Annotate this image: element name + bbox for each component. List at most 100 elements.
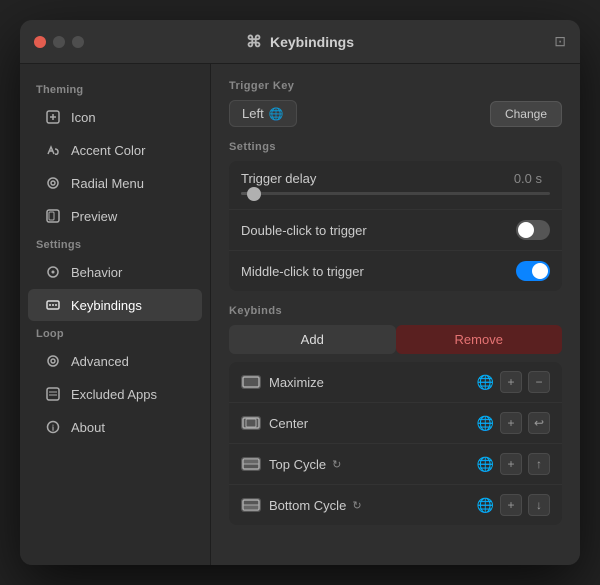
remove-tab[interactable]: Remove xyxy=(396,325,563,354)
sidebar-item-preview[interactable]: Preview xyxy=(28,200,202,232)
add-tab[interactable]: Add xyxy=(229,325,396,354)
keybinds-header: Add Remove xyxy=(229,325,562,354)
slider-thumb[interactable] xyxy=(247,187,261,201)
sidebar-item-advanced-label: Advanced xyxy=(71,354,129,369)
top-cycle-add-btn[interactable]: + xyxy=(500,453,522,475)
sidebar-item-keybindings-label: Keybindings xyxy=(71,298,142,313)
center-globe-icon: 🌐 xyxy=(477,415,494,432)
titlebar: ⌘ Keybindings ⊡ xyxy=(20,20,580,64)
keybindings-icon: ⌘ xyxy=(246,32,262,52)
settings-section-title: Settings xyxy=(229,141,562,153)
window-title: ⌘ Keybindings xyxy=(246,32,354,52)
keybind-row-top-cycle: Top Cycle ↻ 🌐 + ↑ xyxy=(229,444,562,485)
radial-menu-icon xyxy=(44,174,62,192)
top-cycle-up-btn[interactable]: ↑ xyxy=(528,453,550,475)
maximize-name: Maximize xyxy=(269,375,469,390)
trigger-delay-slider-container xyxy=(241,192,550,199)
sidebar-item-icon[interactable]: Icon xyxy=(28,101,202,133)
keybind-row-maximize: Maximize 🌐 + − xyxy=(229,362,562,403)
trigger-key-row: Left 🌐 Change xyxy=(229,100,562,127)
trigger-globe-icon: 🌐 xyxy=(269,107,284,121)
bottom-cycle-down-btn[interactable]: ↓ xyxy=(528,494,550,516)
trigger-key-label: Left xyxy=(242,106,264,121)
app-window: ⌘ Keybindings ⊡ Theming Icon Accent Colo… xyxy=(20,20,580,565)
middle-click-row: Middle-click to trigger xyxy=(229,251,562,291)
sidebar-item-accent-color-label: Accent Color xyxy=(71,143,145,158)
sidebar-item-accent-color[interactable]: Accent Color xyxy=(28,134,202,166)
bottom-cycle-keybind-icon xyxy=(241,498,261,512)
trigger-key-section-title: Trigger Key xyxy=(229,80,562,92)
trigger-delay-label: Trigger delay xyxy=(241,171,514,186)
sidebar-item-behavior-label: Behavior xyxy=(71,265,122,280)
advanced-icon xyxy=(44,352,62,370)
change-button[interactable]: Change xyxy=(490,101,562,127)
settings-section-label: Settings xyxy=(20,233,210,255)
settings-box: Trigger delay 0.0 s Double-click to trig… xyxy=(229,161,562,291)
accent-color-icon xyxy=(44,141,62,159)
maximize-button[interactable] xyxy=(72,36,84,48)
maximize-globe-icon: 🌐 xyxy=(477,374,494,391)
sidebar-item-excluded-apps[interactable]: Excluded Apps xyxy=(28,378,202,410)
excluded-apps-icon xyxy=(44,385,62,403)
keybind-row-bottom-cycle: Bottom Cycle ↻ 🌐 + ↓ xyxy=(229,485,562,525)
center-name: Center xyxy=(269,416,469,431)
middle-click-toggle[interactable] xyxy=(516,261,550,281)
top-cycle-globe-icon: 🌐 xyxy=(477,456,494,473)
maximize-add-btn[interactable]: + xyxy=(500,371,522,393)
sidebar-item-keybindings[interactable]: Keybindings xyxy=(28,289,202,321)
slider-track xyxy=(241,192,550,195)
middle-click-label: Middle-click to trigger xyxy=(241,264,516,279)
double-click-toggle-knob xyxy=(518,222,534,238)
sidebar-item-excluded-apps-label: Excluded Apps xyxy=(71,387,157,402)
traffic-lights xyxy=(34,36,84,48)
center-actions: 🌐 + ↩ xyxy=(477,412,550,434)
top-cycle-label: Top Cycle xyxy=(269,457,326,472)
minimize-button[interactable] xyxy=(53,36,65,48)
content-area: Trigger Key Left 🌐 Change Settings Trigg… xyxy=(210,64,580,565)
top-cycle-name: Top Cycle ↻ xyxy=(269,457,469,472)
icon-sidebar-icon xyxy=(44,108,62,126)
sidebar-item-radial-menu[interactable]: Radial Menu xyxy=(28,167,202,199)
svg-text:i: i xyxy=(52,424,55,433)
preview-icon xyxy=(44,207,62,225)
center-add-btn[interactable]: + xyxy=(500,412,522,434)
middle-click-toggle-knob xyxy=(532,263,548,279)
sidebar-item-about-label: About xyxy=(71,420,105,435)
split-view-icon[interactable]: ⊡ xyxy=(554,33,566,50)
close-button[interactable] xyxy=(34,36,46,48)
keybind-row-center: Center 🌐 + ↩ xyxy=(229,403,562,444)
theming-section-label: Theming xyxy=(20,78,210,100)
keybinds-list: Maximize 🌐 + − Center 🌐 + xyxy=(229,362,562,525)
slider-top-row: Trigger delay 0.0 s xyxy=(241,171,550,186)
behavior-icon xyxy=(44,263,62,281)
sidebar-item-preview-label: Preview xyxy=(71,209,117,224)
sidebar-item-behavior[interactable]: Behavior xyxy=(28,256,202,288)
loop-section-label: Loop xyxy=(20,322,210,344)
trigger-key-button[interactable]: Left 🌐 xyxy=(229,100,297,127)
keybindings-sidebar-icon xyxy=(44,296,62,314)
maximize-actions: 🌐 + − xyxy=(477,371,550,393)
bottom-cycle-actions: 🌐 + ↓ xyxy=(477,494,550,516)
bottom-cycle-label: Bottom Cycle xyxy=(269,498,346,513)
bottom-cycle-globe-icon: 🌐 xyxy=(477,497,494,514)
sidebar-item-about[interactable]: i About xyxy=(28,411,202,443)
trigger-delay-value: 0.0 s xyxy=(514,171,542,186)
sidebar: Theming Icon Accent Color Radial Menu xyxy=(20,64,210,565)
maximize-remove-btn[interactable]: − xyxy=(528,371,550,393)
top-cycle-actions: 🌐 + ↑ xyxy=(477,453,550,475)
bottom-cycle-name: Bottom Cycle ↻ xyxy=(269,498,469,513)
double-click-toggle[interactable] xyxy=(516,220,550,240)
sidebar-item-icon-label: Icon xyxy=(71,110,96,125)
about-icon: i xyxy=(44,418,62,436)
trigger-delay-row: Trigger delay 0.0 s xyxy=(229,161,562,210)
sidebar-item-radial-menu-label: Radial Menu xyxy=(71,176,144,191)
sidebar-item-advanced[interactable]: Advanced xyxy=(28,345,202,377)
bottom-cycle-add-btn[interactable]: + xyxy=(500,494,522,516)
title-text: Keybindings xyxy=(270,34,354,50)
main-layout: Theming Icon Accent Color Radial Menu xyxy=(20,64,580,565)
bottom-cycle-cycle-icon: ↻ xyxy=(352,499,361,512)
top-cycle-cycle-icon: ↻ xyxy=(332,458,341,471)
center-keybind-icon xyxy=(241,416,261,430)
top-cycle-keybind-icon xyxy=(241,457,261,471)
center-enter-btn[interactable]: ↩ xyxy=(528,412,550,434)
